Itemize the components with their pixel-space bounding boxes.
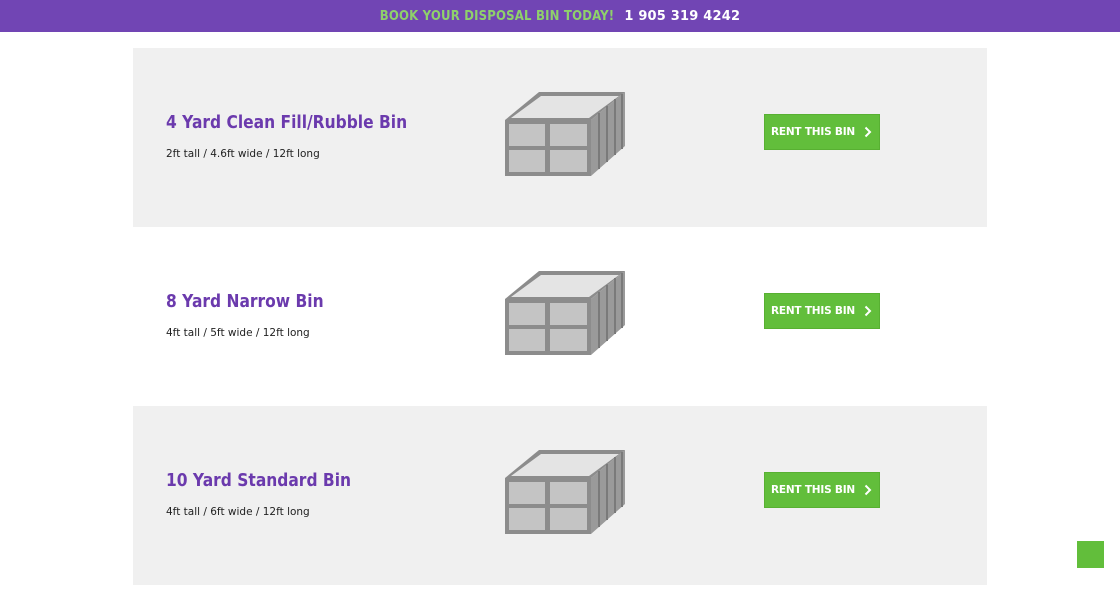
bin-card: 10 Yard Standard Bin 4ft tall / 6ft wide…	[133, 406, 987, 585]
dumpster-bin-icon	[505, 271, 625, 355]
bin-card: 8 Yard Narrow Bin 4ft tall / 5ft wide / …	[133, 227, 987, 406]
dumpster-bin-icon	[505, 450, 625, 534]
scroll-to-top-button[interactable]	[1077, 541, 1104, 568]
rent-this-bin-button[interactable]: RENT THIS BIN	[764, 114, 880, 150]
bin-title: 8 Yard Narrow Bin	[166, 291, 324, 312]
top-announcement-bar: BOOK YOUR DISPOSAL BIN TODAY! 1 905 319 …	[0, 0, 1120, 32]
rent-button-label: RENT THIS BIN	[770, 126, 856, 138]
rent-this-bin-button[interactable]: RENT THIS BIN	[764, 293, 880, 329]
rent-button-label: RENT THIS BIN	[770, 305, 856, 317]
bin-title: 4 Yard Clean Fill/Rubble Bin	[166, 112, 408, 133]
chevron-right-icon	[864, 305, 872, 317]
chevron-right-icon	[864, 126, 872, 138]
bin-dimensions: 4ft tall / 6ft wide / 12ft long	[166, 506, 310, 518]
phone-number-link[interactable]: 1 905 319 4242	[624, 9, 740, 24]
rent-this-bin-button[interactable]: RENT THIS BIN	[764, 472, 880, 508]
rent-button-label: RENT THIS BIN	[770, 484, 856, 496]
bin-dimensions: 4ft tall / 5ft wide / 12ft long	[166, 327, 310, 339]
bin-dimensions: 2ft tall / 4.6ft wide / 12ft long	[166, 148, 320, 160]
bin-title: 10 Yard Standard Bin	[166, 470, 352, 491]
promo-text: BOOK YOUR DISPOSAL BIN TODAY!	[379, 8, 615, 24]
dumpster-bin-icon	[505, 92, 625, 176]
chevron-right-icon	[864, 484, 872, 496]
bin-card: 4 Yard Clean Fill/Rubble Bin 2ft tall / …	[133, 48, 987, 227]
